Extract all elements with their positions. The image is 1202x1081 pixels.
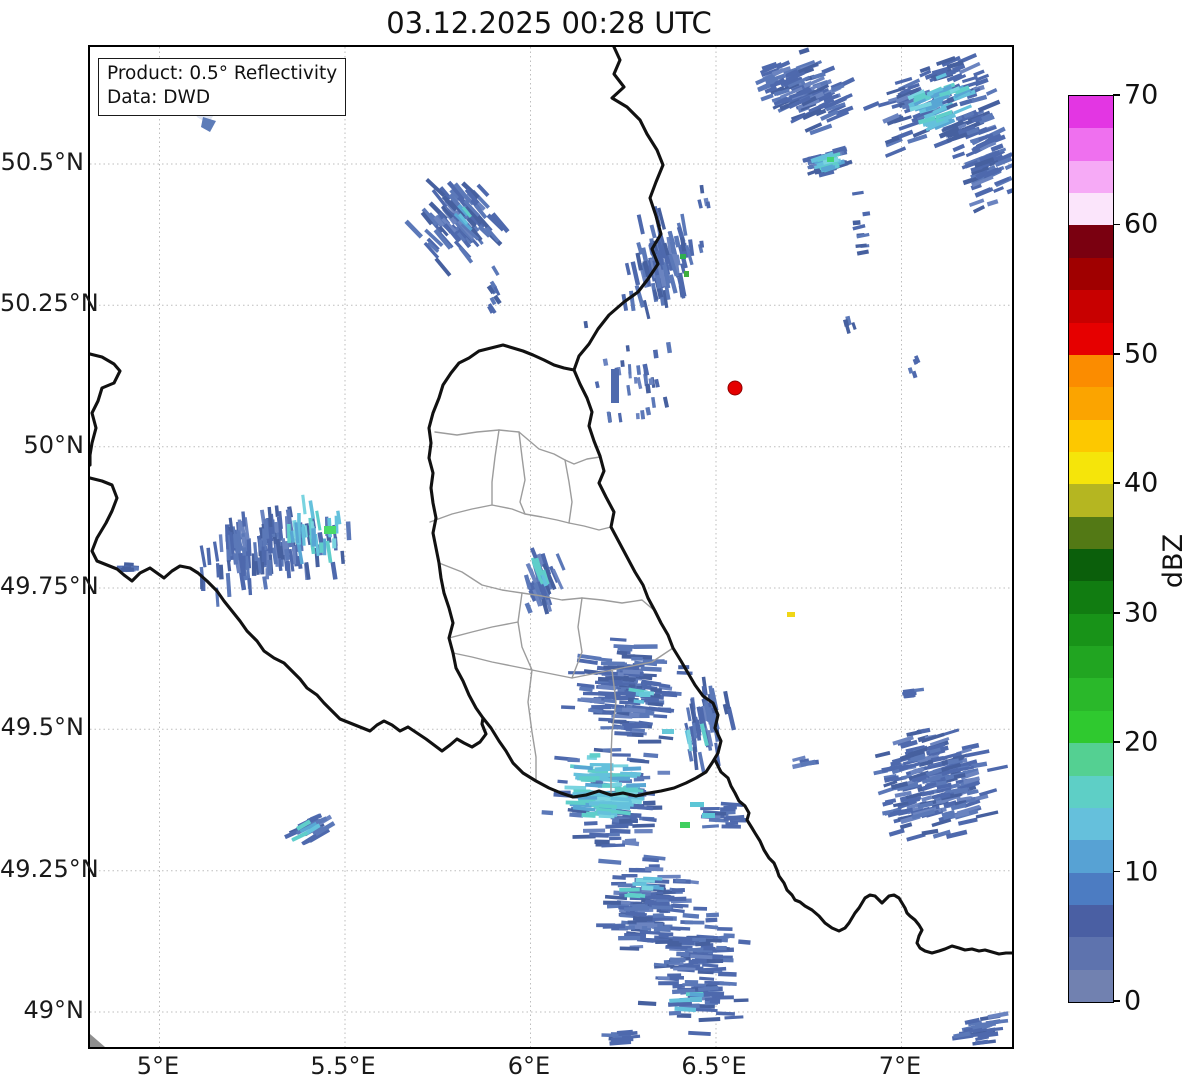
colorbar-tick-mark bbox=[1113, 94, 1120, 96]
colorbar-segment bbox=[1069, 128, 1113, 161]
colorbar-segment bbox=[1069, 96, 1113, 129]
colorbar-tick-mark bbox=[1113, 741, 1120, 743]
product-info-box: Product: 0.5° Reflectivity Data: DWD bbox=[98, 58, 347, 116]
lon-tick-label: 6°E bbox=[507, 1052, 551, 1080]
colorbar-tick-label: 70 bbox=[1124, 79, 1159, 111]
scan-edge-corner-artifact bbox=[90, 1034, 105, 1047]
lat-tick-label: 49.5°N bbox=[0, 713, 84, 741]
colorbar-segment bbox=[1069, 484, 1113, 517]
colorbar-segment bbox=[1069, 549, 1113, 582]
colorbar-segment bbox=[1069, 743, 1113, 776]
colorbar-tick-label: 40 bbox=[1124, 467, 1159, 499]
lat-tick-label: 49.25°N bbox=[0, 855, 99, 883]
colorbar-segment bbox=[1069, 613, 1113, 647]
colorbar-segment bbox=[1069, 678, 1113, 711]
colorbar-segment bbox=[1069, 322, 1113, 355]
colorbar-segment bbox=[1069, 872, 1113, 905]
colorbar-segment bbox=[1069, 581, 1113, 614]
colorbar-segment bbox=[1069, 904, 1113, 938]
colorbar-segment bbox=[1069, 516, 1113, 550]
product-line: Product: 0.5° Reflectivity bbox=[107, 63, 338, 84]
colorbar-segment bbox=[1069, 225, 1113, 258]
colorbar-segment bbox=[1069, 290, 1113, 323]
colorbar-segment bbox=[1069, 646, 1113, 679]
colorbar-segment bbox=[1069, 969, 1113, 1003]
colorbar-segment bbox=[1069, 937, 1113, 970]
colorbar-segment bbox=[1069, 451, 1113, 485]
lon-tick-label: 5°E bbox=[136, 1052, 180, 1080]
lat-tick-label: 50.5°N bbox=[0, 148, 84, 176]
colorbar-segment bbox=[1069, 193, 1113, 226]
lat-tick-label: 49°N bbox=[23, 996, 85, 1024]
lat-tick-label: 50°N bbox=[23, 431, 85, 459]
colorbar-tick-mark bbox=[1113, 353, 1120, 355]
colorbar bbox=[1068, 95, 1114, 1003]
colorbar-tick-label: 20 bbox=[1124, 726, 1159, 758]
lat-tick-label: 49.75°N bbox=[0, 572, 99, 600]
colorbar-segment bbox=[1069, 710, 1113, 744]
colorbar-segment bbox=[1069, 419, 1113, 452]
colorbar-tick-label: 50 bbox=[1124, 338, 1159, 370]
map-svg bbox=[90, 47, 1012, 1047]
colorbar-tick-label: 0 bbox=[1124, 985, 1142, 1017]
colorbar-segment bbox=[1069, 775, 1113, 808]
colorbar-tick-mark bbox=[1113, 870, 1120, 873]
lat-tick-label: 50.25°N bbox=[0, 289, 99, 317]
colorbar-tick-mark bbox=[1113, 482, 1120, 485]
colorbar-tick-label: 10 bbox=[1124, 856, 1159, 888]
lon-tick-label: 5.5°E bbox=[310, 1052, 376, 1080]
colorbar-segment bbox=[1069, 387, 1113, 420]
admin-borders bbox=[429, 429, 674, 796]
colorbar-segment bbox=[1069, 807, 1113, 841]
colorbar-tick-mark bbox=[1113, 1000, 1120, 1002]
lon-tick-label: 7°E bbox=[878, 1052, 922, 1080]
data-source-line: Data: DWD bbox=[107, 87, 211, 109]
echo-highlight-pixels bbox=[324, 157, 834, 1002]
colorbar-segment bbox=[1069, 257, 1113, 291]
page-title: 03.12.2025 00:28 UTC bbox=[386, 6, 712, 40]
colorbar-tick-mark bbox=[1113, 611, 1120, 614]
radar-site-marker bbox=[727, 380, 743, 396]
colorbar-tick-mark bbox=[1113, 223, 1120, 226]
colorbar-tick-label: 60 bbox=[1124, 208, 1159, 240]
radar-echo-layer bbox=[116, 47, 1012, 1046]
colorbar-segment bbox=[1069, 354, 1113, 388]
radar-map-canvas: 03.12.2025 00:28 UTC Product: 0.5° Refle… bbox=[0, 0, 1202, 1081]
colorbar-segment bbox=[1069, 160, 1113, 194]
country-borders bbox=[90, 47, 1012, 956]
lon-tick-label: 6.5°E bbox=[681, 1052, 747, 1080]
colorbar-segment bbox=[1069, 840, 1113, 873]
map-plot-area: Product: 0.5° Reflectivity Data: DWD bbox=[88, 45, 1014, 1049]
colorbar-axis-label: dBZ bbox=[1158, 533, 1189, 589]
